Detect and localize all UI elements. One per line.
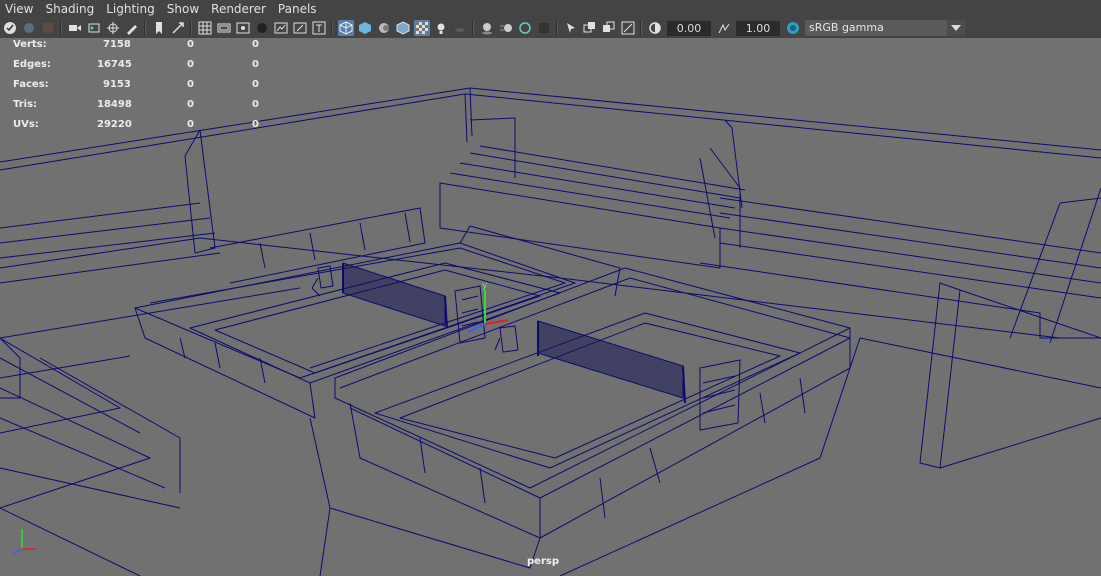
hud-value: 0 <box>252 119 259 130</box>
toolbar-separator <box>472 21 474 35</box>
backface-culling-icon[interactable] <box>620 20 636 36</box>
chevron-down-icon[interactable] <box>947 20 965 36</box>
gamma-icon[interactable] <box>716 20 732 36</box>
film-gate-icon[interactable] <box>216 20 232 36</box>
hud-label: UVs: <box>13 119 39 130</box>
menu-shading[interactable]: Shading <box>39 0 100 18</box>
wireframe-on-shaded-icon[interactable] <box>395 20 411 36</box>
color-space-select[interactable]: sRGB gamma <box>805 20 965 36</box>
hud-value: 0 <box>187 59 194 70</box>
hud-value: 7158 <box>103 39 131 50</box>
default-material-icon[interactable] <box>376 20 392 36</box>
xray-joints-icon[interactable] <box>582 20 598 36</box>
hud-row-uvs: UVs: 29220 0 0 <box>0 119 270 133</box>
safe-action-icon[interactable] <box>292 20 308 36</box>
image-plane-icon[interactable] <box>86 20 102 36</box>
hud-label: Verts: <box>13 39 47 50</box>
menu-show[interactable]: Show <box>161 0 205 18</box>
bookmark-icon[interactable] <box>151 20 167 36</box>
use-all-lights-icon[interactable] <box>433 20 449 36</box>
hud-value: 0 <box>187 99 194 110</box>
hud-value: 9153 <box>103 79 131 90</box>
persp-viewport[interactable]: y Verts: 7158 0 0 Edges: 16745 0 0 Faces… <box>0 38 1101 576</box>
exposure-field[interactable]: 0.00 <box>667 20 711 36</box>
view-transform-icon[interactable] <box>785 20 801 36</box>
toolbar-separator <box>60 21 62 35</box>
gizmo-y-label: y <box>482 281 488 291</box>
smooth-shade-icon[interactable] <box>357 20 373 36</box>
hud-row-verts: Verts: 7158 0 0 <box>0 39 270 53</box>
menu-lighting[interactable]: Lighting <box>100 0 161 18</box>
camera-name-label: persp <box>527 556 559 567</box>
hud-value: 16745 <box>97 59 132 70</box>
motion-blur-icon[interactable] <box>498 20 514 36</box>
hud-label: Tris: <box>13 99 38 110</box>
field-chart-icon[interactable] <box>273 20 289 36</box>
menu-panels[interactable]: Panels <box>272 0 323 18</box>
xray-active-components-icon[interactable] <box>601 20 617 36</box>
xray-icon[interactable] <box>413 20 430 36</box>
toolbar-separator <box>640 21 642 35</box>
shadows-icon[interactable] <box>452 20 468 36</box>
toolbar-separator <box>556 21 558 35</box>
screen-space-ao-icon[interactable] <box>479 20 495 36</box>
hud-value: 0 <box>187 79 194 90</box>
depth-of-field-icon[interactable] <box>536 20 552 36</box>
menu-view[interactable]: View <box>0 0 39 18</box>
hud-value: 0 <box>252 99 259 110</box>
video-camera-icon[interactable] <box>67 20 83 36</box>
hud-value: 18498 <box>97 99 132 110</box>
toolbar-separator <box>331 21 333 35</box>
panel-toolbar: 0.00 1.00 sRGB gamma <box>0 18 1101 39</box>
select-camera-icon[interactable] <box>2 20 18 36</box>
exposure-icon[interactable] <box>647 20 663 36</box>
hud-row-faces: Faces: 9153 0 0 <box>0 79 270 93</box>
color-space-value: sRGB gamma <box>809 21 884 34</box>
safe-title-icon[interactable] <box>311 20 327 36</box>
anti-aliasing-icon[interactable] <box>517 20 533 36</box>
axis-indicator-icon <box>12 529 36 554</box>
hud-value: 0 <box>187 39 194 50</box>
hud-label: Edges: <box>13 59 51 70</box>
grid-icon[interactable] <box>197 20 213 36</box>
hud-label: Faces: <box>13 79 49 90</box>
hud-row-edges: Edges: 16745 0 0 <box>0 59 270 73</box>
hud-value: 0 <box>252 59 259 70</box>
transform-icon[interactable] <box>170 20 186 36</box>
hud-value: 0 <box>252 39 259 50</box>
toolbar-separator <box>190 21 192 35</box>
gamma-field[interactable]: 1.00 <box>736 20 780 36</box>
camera-attributes-icon[interactable] <box>21 20 37 36</box>
hud-value: 0 <box>252 79 259 90</box>
wireframe-icon[interactable] <box>337 20 354 36</box>
menu-renderer[interactable]: Renderer <box>205 0 272 18</box>
resolution-gate-icon[interactable] <box>235 20 251 36</box>
hud-row-tris: Tris: 18498 0 0 <box>0 99 270 113</box>
gate-mask-icon[interactable] <box>254 20 270 36</box>
isolate-select-icon[interactable] <box>563 20 579 36</box>
hud-value: 0 <box>187 119 194 130</box>
panel-menu-bar: View Shading Lighting Show Renderer Pane… <box>0 0 1101 18</box>
bookmarks-icon[interactable] <box>40 20 56 36</box>
grease-pencil-icon[interactable] <box>124 20 140 36</box>
2d-pan-zoom-icon[interactable] <box>105 20 121 36</box>
hud-value: 29220 <box>97 119 132 130</box>
toolbar-separator <box>144 21 146 35</box>
